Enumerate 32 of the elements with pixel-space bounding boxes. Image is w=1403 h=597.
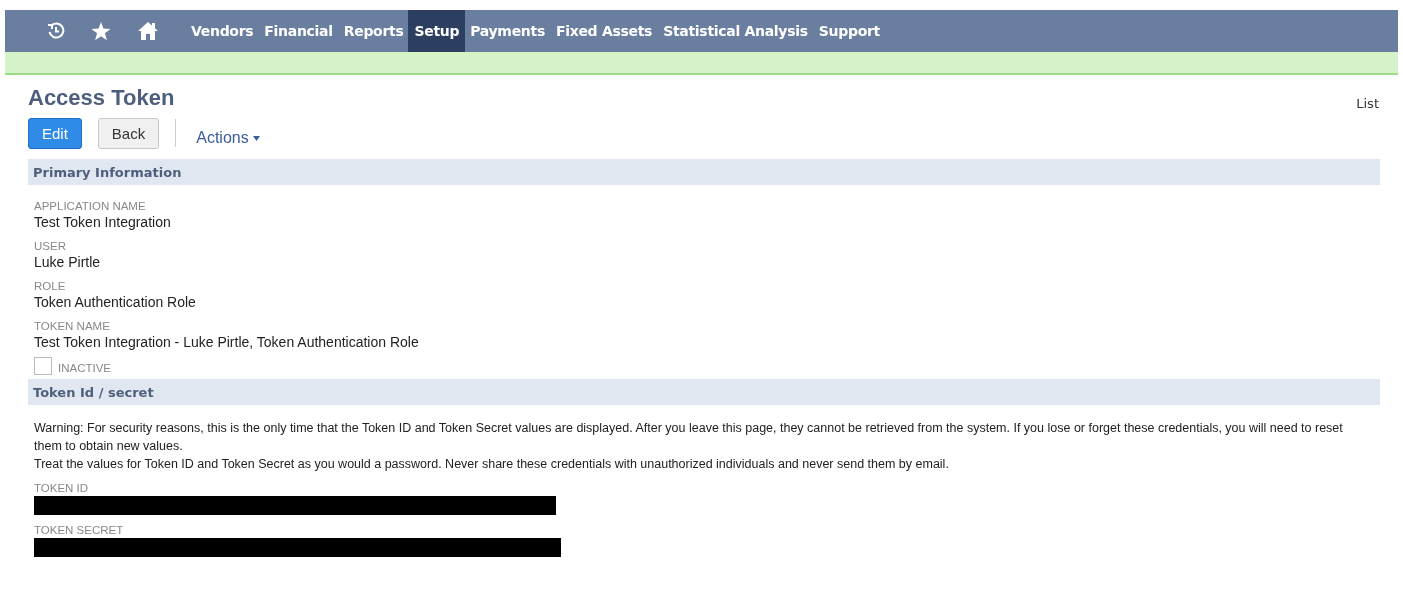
field-label: TOKEN ID bbox=[34, 481, 90, 495]
nav-tab[interactable]: Vendors bbox=[185, 10, 260, 52]
back-button[interactable]: Back bbox=[97, 117, 160, 149]
nav-tab[interactable]: Financial bbox=[258, 10, 339, 52]
warning-text: Warning: For security reasons, this is the only time that the Token ID and Token Secret values are displayed. After you leave this page, they cannot be retrieved from the system. If you lose or forget these credentials, you will need to reset them to obtain new values. bbox=[34, 420, 1344, 455]
nav-tab[interactable]: Fixed Assets bbox=[549, 10, 659, 52]
star-icon[interactable] bbox=[91, 21, 111, 41]
field-value: Luke Pirtle bbox=[34, 253, 102, 271]
field-label: APPLICATION NAME bbox=[34, 199, 147, 213]
field-label: TOKEN SECRET bbox=[34, 523, 125, 537]
nav-tab[interactable]: Payments bbox=[464, 10, 551, 52]
caret-icon bbox=[252, 135, 260, 141]
field-label: USER bbox=[34, 239, 67, 253]
field-value: Token Authentication Role bbox=[34, 293, 197, 311]
section-title: Primary Information bbox=[33, 164, 182, 180]
actions-menu[interactable]: Actions bbox=[192, 129, 264, 147]
home-icon[interactable] bbox=[137, 21, 159, 41]
nav-tab[interactable]: Setup bbox=[408, 10, 466, 52]
field-value: Test Token Integration bbox=[34, 213, 172, 231]
edit-button[interactable]: Edit bbox=[28, 117, 82, 149]
list-link[interactable]: List bbox=[1356, 96, 1379, 111]
page-title: Access Token bbox=[28, 85, 175, 111]
history-icon[interactable] bbox=[47, 22, 65, 40]
section-title: Token Id / secret bbox=[33, 384, 154, 400]
checkbox-label: INACTIVE bbox=[58, 361, 112, 375]
nav-tab[interactable]: Support bbox=[812, 10, 886, 52]
field-value: Test Token Integration - Luke Pirtle, Token Authentication Role bbox=[34, 333, 420, 351]
nav-tab[interactable]: Reports bbox=[337, 10, 410, 52]
nav-tab[interactable]: Statistical Analysis bbox=[657, 10, 814, 52]
field-label: ROLE bbox=[34, 279, 67, 293]
field-label: TOKEN NAME bbox=[34, 319, 111, 333]
warning-text: Treat the values for Token ID and Token Secret as you would a password. Never share these credentials with unauthorized individuals and never send them by email. bbox=[34, 456, 950, 473]
